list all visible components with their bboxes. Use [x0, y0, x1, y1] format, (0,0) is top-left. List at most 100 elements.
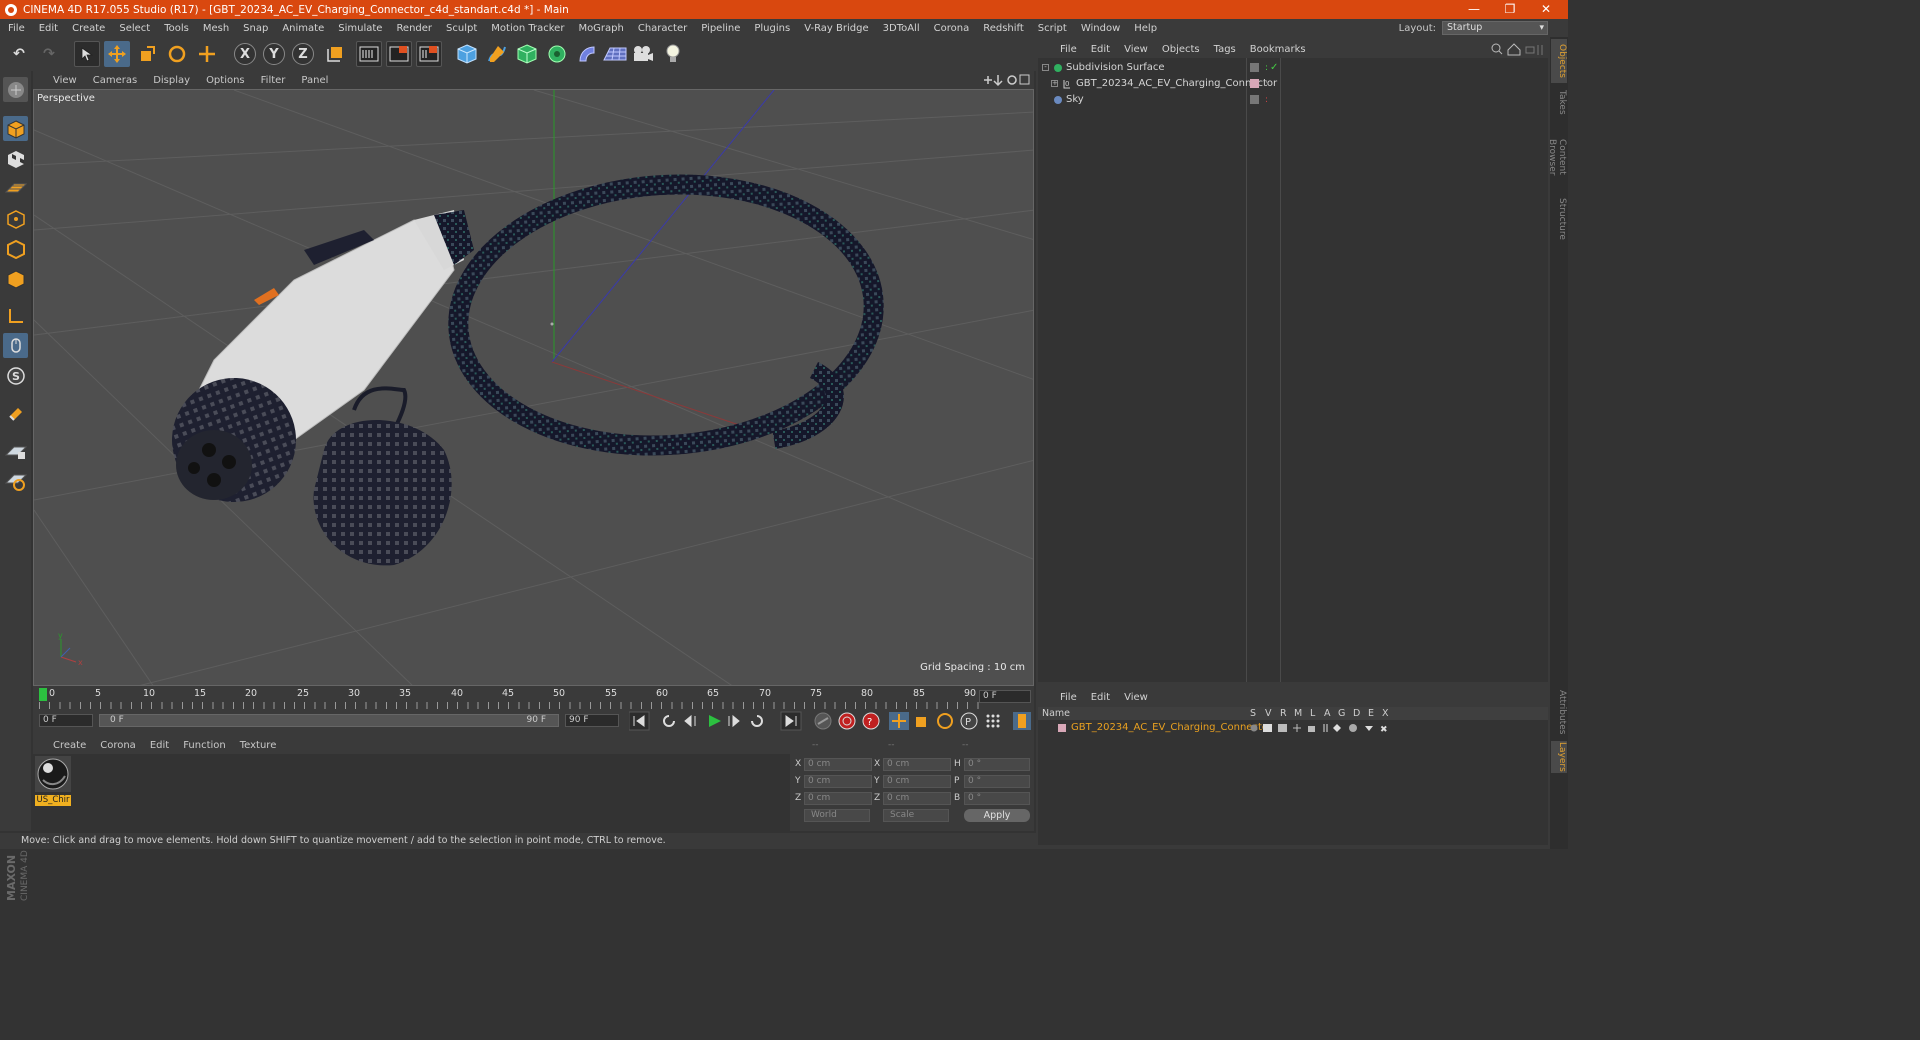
visibility-dots-icon[interactable]: : — [1265, 76, 1268, 92]
menu-character[interactable]: Character — [631, 23, 694, 34]
rotate-tool-icon[interactable] — [164, 41, 190, 67]
select-tool-icon[interactable] — [74, 41, 100, 67]
menu-script[interactable]: Script — [1031, 23, 1074, 34]
start-frame-field[interactable]: 0 F — [39, 714, 93, 727]
pos-x-field[interactable]: 0 cm — [804, 758, 872, 771]
close-button[interactable]: ✕ — [1528, 0, 1564, 19]
spline-pen-icon[interactable] — [484, 41, 510, 67]
viewport-nav-icons[interactable] — [980, 73, 1030, 87]
layer-col-m[interactable]: M — [1294, 707, 1302, 720]
menu-redshift[interactable]: Redshift — [976, 23, 1031, 34]
layout-dropdown[interactable]: Startup — [1442, 21, 1548, 35]
layer-color-icon[interactable] — [1058, 724, 1066, 732]
layer-menu-file[interactable]: File — [1036, 692, 1084, 703]
size-z-field[interactable]: 0 cm — [883, 792, 951, 805]
workplane-axis-icon[interactable] — [3, 468, 28, 493]
menu-3dtoall[interactable]: 3DToAll — [876, 23, 927, 34]
menu-plugins[interactable]: Plugins — [747, 23, 797, 34]
menu-mesh[interactable]: Mesh — [196, 23, 236, 34]
layer-flags-icons[interactable]: ✖ — [1250, 723, 1395, 733]
obj-menu-edit[interactable]: Edit — [1084, 44, 1117, 55]
texture-mode-icon[interactable] — [3, 146, 28, 171]
material-swatch[interactable]: US_Chir — [35, 756, 71, 806]
layer-col-e[interactable]: E — [1368, 707, 1374, 720]
subdivision-surface-icon[interactable] — [514, 41, 540, 67]
vp-menu-options[interactable]: Options — [198, 75, 253, 86]
model-mode-icon[interactable] — [3, 116, 28, 141]
tab-content-browser[interactable]: Content Browser — [1547, 121, 1567, 193]
undo-icon[interactable]: ↶ — [6, 41, 32, 67]
keyframe-controls[interactable]: ? P — [813, 710, 1033, 732]
obj-menu-objects[interactable]: Objects — [1155, 44, 1207, 55]
3d-viewport[interactable]: y x Perspective Grid Spacing : 10 cm — [33, 89, 1034, 686]
polygons-mode-icon[interactable] — [3, 266, 28, 291]
enabled-check-icon[interactable]: ✓ — [1270, 60, 1278, 76]
layer-row[interactable]: GBT_20234_AC_EV_Charging_Connector ✖ — [1038, 720, 1548, 736]
menu-simulate[interactable]: Simulate — [331, 23, 389, 34]
workplane-mode-icon[interactable] — [3, 176, 28, 201]
tab-layers[interactable]: Layers — [1551, 741, 1567, 773]
coord-mode-dropdown[interactable]: World — [804, 809, 870, 822]
deformer-icon[interactable] — [574, 41, 600, 67]
size-mode-dropdown[interactable]: Scale — [883, 809, 949, 822]
collapse-toggle[interactable]: - — [1042, 64, 1049, 71]
minimize-button[interactable]: — — [1456, 0, 1492, 19]
transform-tool-icon[interactable] — [194, 41, 220, 67]
tab-structure[interactable]: Structure — [1551, 197, 1567, 241]
menu-create[interactable]: Create — [65, 23, 112, 34]
layer-col-d[interactable]: D — [1353, 707, 1360, 720]
menu-tools[interactable]: Tools — [157, 23, 196, 34]
end-frame-field[interactable]: 90 F — [565, 714, 619, 727]
menu-render[interactable]: Render — [389, 23, 439, 34]
layer-menu-edit[interactable]: Edit — [1084, 692, 1117, 703]
mat-menu-function[interactable]: Function — [176, 740, 233, 751]
render-view-icon[interactable] — [356, 41, 382, 67]
menu-snap[interactable]: Snap — [236, 23, 275, 34]
obj-menu-file[interactable]: File — [1036, 44, 1084, 55]
pos-y-field[interactable]: 0 cm — [804, 775, 872, 788]
menu-corona[interactable]: Corona — [927, 23, 977, 34]
vp-menu-display[interactable]: Display — [145, 75, 198, 86]
playhead[interactable] — [39, 688, 47, 701]
playback-controls[interactable] — [629, 710, 809, 732]
object-search-icons[interactable] — [1490, 42, 1546, 56]
scale-tool-icon[interactable] — [134, 41, 160, 67]
workplane-lock-icon[interactable] — [3, 438, 28, 463]
rot-h-field[interactable]: 0 ° — [964, 758, 1030, 771]
menu-file[interactable]: File — [0, 23, 32, 34]
timeline-ruler[interactable]: 0 5 10 15 20 25 30 35 40 45 50 55 60 65 … — [39, 688, 981, 709]
make-editable-icon[interactable] — [3, 77, 28, 102]
render-to-picture-viewer-icon[interactable] — [416, 41, 442, 67]
move-tool-icon[interactable] — [104, 41, 130, 67]
menu-window[interactable]: Window — [1074, 23, 1127, 34]
menu-help[interactable]: Help — [1127, 23, 1164, 34]
obj-menu-bookmarks[interactable]: Bookmarks — [1243, 44, 1313, 55]
mat-menu-edit[interactable]: Edit — [143, 740, 176, 751]
object-row[interactable]: - Subdivision Surface : ✓ — [1038, 60, 1548, 76]
vp-menu-panel[interactable]: Panel — [293, 75, 336, 86]
light-icon[interactable] — [660, 41, 686, 67]
menu-animate[interactable]: Animate — [275, 23, 331, 34]
solo-mode-icon[interactable]: S — [3, 363, 28, 388]
x-axis-lock-button[interactable]: X — [234, 43, 256, 65]
vp-menu-view[interactable]: View — [33, 75, 85, 86]
axis-mode-icon[interactable] — [3, 303, 28, 328]
menu-sculpt[interactable]: Sculpt — [439, 23, 484, 34]
layer-col-a[interactable]: A — [1324, 707, 1331, 720]
pos-z-field[interactable]: 0 cm — [804, 792, 872, 805]
menu-vray-bridge[interactable]: V-Ray Bridge — [797, 23, 875, 34]
vp-menu-filter[interactable]: Filter — [253, 75, 294, 86]
menu-edit[interactable]: Edit — [32, 23, 65, 34]
object-row[interactable]: + 0 GBT_20234_AC_EV_Charging_Connector : — [1038, 76, 1548, 92]
layer-col-r[interactable]: R — [1280, 707, 1287, 720]
coordinate-system-icon[interactable] — [322, 41, 348, 67]
mat-menu-create[interactable]: Create — [33, 740, 93, 751]
menu-motion-tracker[interactable]: Motion Tracker — [484, 23, 571, 34]
tab-attributes[interactable]: Attributes — [1551, 687, 1567, 737]
tab-objects[interactable]: Objects — [1551, 39, 1567, 83]
layer-col-s[interactable]: S — [1250, 707, 1256, 720]
camera-icon[interactable] — [630, 41, 656, 67]
mat-menu-corona[interactable]: Corona — [93, 740, 143, 751]
edges-mode-icon[interactable] — [3, 236, 28, 261]
layer-col-g[interactable]: G — [1338, 707, 1345, 720]
